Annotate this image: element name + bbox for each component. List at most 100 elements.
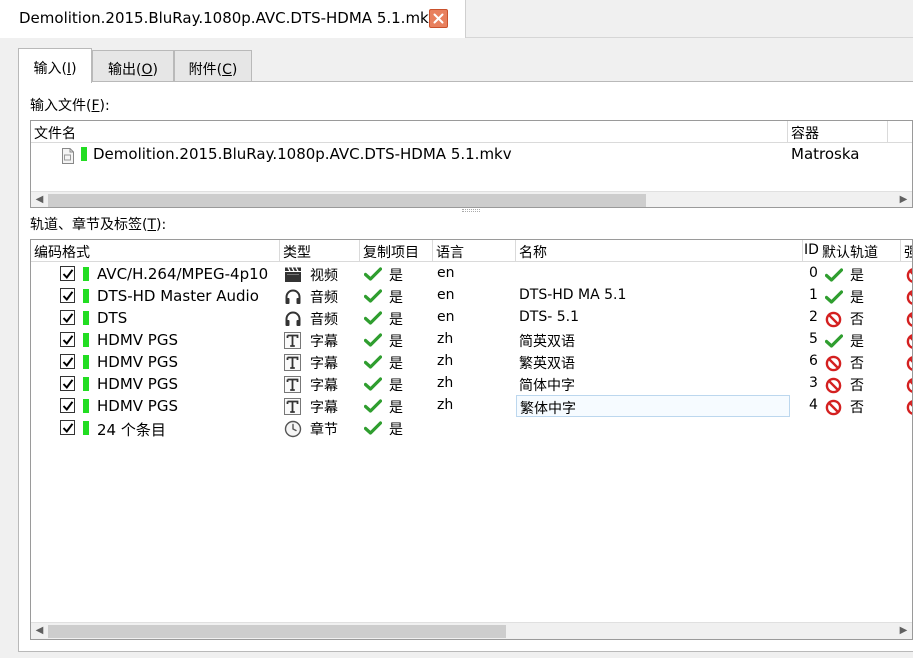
- column-header-container[interactable]: 容器: [788, 121, 888, 143]
- column-header-forced[interactable]: 强: [901, 240, 912, 262]
- track-id: 5: [809, 331, 818, 347]
- tab-attachments[interactable]: 附件(C): [174, 50, 252, 82]
- track-checkbox[interactable]: [60, 354, 75, 369]
- track-id: 6: [809, 353, 818, 369]
- track-row[interactable]: HDMV PGS 字幕 是 zh 简体中字 3 否: [31, 373, 912, 396]
- track-language: zh: [437, 331, 454, 347]
- scrollbar-thumb[interactable]: [48, 625, 506, 638]
- track-id: 3: [809, 375, 818, 391]
- track-name[interactable]: 繁英双语: [516, 351, 790, 373]
- track-copy: 是: [389, 312, 403, 328]
- track-language: en: [437, 287, 455, 303]
- track-row[interactable]: HDMV PGS 字幕 是 zh 繁英双语 6 否: [31, 351, 912, 375]
- track-checkbox[interactable]: [60, 376, 75, 391]
- track-checkbox[interactable]: [60, 420, 75, 435]
- horizontal-scrollbar-tracks[interactable]: ◀ ▶: [31, 622, 912, 639]
- track-type: 字幕: [310, 356, 338, 372]
- track-checkbox[interactable]: [60, 288, 75, 303]
- tab-input[interactable]: 输入(I): [18, 48, 92, 83]
- checkmark-icon: [62, 379, 74, 390]
- track-checkbox[interactable]: [60, 398, 75, 413]
- track-codec: 24 个条目: [97, 421, 166, 439]
- column-header-extra[interactable]: [888, 121, 912, 143]
- track-copy: 是: [389, 290, 403, 306]
- checkmark-icon: [62, 269, 74, 280]
- scroll-right-icon[interactable]: ▶: [895, 623, 912, 639]
- check-icon: [363, 309, 383, 331]
- scroll-left-icon[interactable]: ◀: [31, 623, 48, 639]
- status-indicator: [83, 311, 89, 325]
- track-name[interactable]: DTS- 5.1: [516, 307, 790, 329]
- track-row[interactable]: 24 个条目 章节 是: [31, 417, 912, 441]
- tracks-list[interactable]: 编码格式 类型 复制项目 语言 名称 ID 默认轨道 强 AVC/H.264/M…: [30, 239, 913, 640]
- track-type: 字幕: [310, 378, 338, 394]
- input-files-header: 文件名 容器: [31, 121, 912, 143]
- tab-output[interactable]: 输出(O): [92, 50, 174, 82]
- prohibited-icon: [906, 287, 912, 309]
- track-row[interactable]: DTS-HD Master Audio 音频 是 en DTS-HD MA 5.1 1 是: [31, 285, 912, 309]
- track-type: 章节: [310, 422, 338, 438]
- checkmark-icon: [62, 401, 74, 412]
- checkmark-icon: [62, 291, 74, 302]
- track-name[interactable]: 简体中字: [516, 373, 790, 395]
- status-indicator: [83, 333, 89, 347]
- checkmark-icon: [62, 357, 74, 368]
- track-row[interactable]: HDMV PGS 字幕 是 zh 繁体中字 4 否: [31, 395, 912, 418]
- track-copy: 是: [389, 378, 403, 394]
- status-indicator: [83, 267, 89, 281]
- track-language: en: [437, 309, 455, 325]
- column-header-filename[interactable]: 文件名: [31, 121, 788, 143]
- track-type: 音频: [310, 312, 338, 328]
- horizontal-scrollbar[interactable]: ◀ ▶: [31, 191, 912, 207]
- status-indicator: [81, 147, 87, 161]
- close-tab-button[interactable]: [429, 9, 448, 28]
- prohibited-icon: [906, 331, 912, 353]
- column-header-type[interactable]: 类型: [280, 240, 360, 262]
- scrollbar-thumb[interactable]: [48, 194, 646, 207]
- tracks-header: 编码格式 类型 复制项目 语言 名称 ID 默认轨道 强: [31, 240, 912, 262]
- track-default: 否: [850, 400, 864, 416]
- document-tab-title: Demolition.2015.BluRay.1080p.AVC.DTS-HDM…: [19, 9, 438, 27]
- track-codec: HDMV PGS: [97, 375, 178, 393]
- track-name[interactable]: 简英双语: [516, 329, 790, 351]
- checkmark-icon: [62, 335, 74, 346]
- track-row[interactable]: AVC/H.264/MPEG-4p10 视频 是 en 0 是: [31, 263, 912, 285]
- column-header-copy[interactable]: 复制项目: [360, 240, 433, 262]
- check-icon: [363, 419, 383, 441]
- check-icon: [363, 331, 383, 353]
- column-header-language[interactable]: 语言: [433, 240, 516, 262]
- track-default: 否: [850, 356, 864, 372]
- track-language: zh: [437, 375, 454, 391]
- column-header-default[interactable]: 默认轨道: [821, 240, 901, 262]
- document-tab[interactable]: Demolition.2015.BluRay.1080p.AVC.DTS-HDM…: [0, 0, 466, 38]
- file-row[interactable]: Demolition.2015.BluRay.1080p.AVC.DTS-HDM…: [31, 143, 912, 165]
- status-indicator: [83, 421, 89, 435]
- splitter-grip[interactable]: [462, 209, 480, 212]
- column-header-name[interactable]: 名称: [516, 240, 803, 262]
- track-name[interactable]: DTS-HD MA 5.1: [516, 285, 790, 307]
- scroll-right-icon[interactable]: ▶: [895, 192, 912, 207]
- headphones-icon: [284, 286, 302, 308]
- track-checkbox[interactable]: [60, 310, 75, 325]
- track-name[interactable]: [516, 263, 790, 285]
- scroll-left-icon[interactable]: ◀: [31, 192, 48, 207]
- track-language: zh: [437, 353, 454, 369]
- prohibited-icon: [825, 353, 842, 375]
- check-icon: [363, 287, 383, 309]
- track-row[interactable]: DTS 音频 是 en DTS- 5.1 2 否: [31, 307, 912, 331]
- track-codec: HDMV PGS: [97, 353, 178, 371]
- tracks-label: 轨道、章节及标签(T):: [30, 217, 167, 233]
- track-checkbox[interactable]: [60, 332, 75, 347]
- input-files-label: 输入文件(F):: [30, 98, 110, 114]
- track-row[interactable]: HDMV PGS 字幕 是 zh 简英双语 5 是: [31, 329, 912, 353]
- text-icon: [284, 396, 301, 418]
- column-header-id[interactable]: ID: [803, 240, 821, 262]
- track-checkbox[interactable]: [60, 266, 75, 281]
- track-name[interactable]: 繁体中字: [516, 395, 790, 417]
- column-header-codec[interactable]: 编码格式: [31, 240, 280, 262]
- track-default: 是: [850, 268, 864, 284]
- text-icon: [284, 374, 301, 396]
- track-copy: 是: [389, 422, 403, 438]
- input-files-list[interactable]: 文件名 容器 Demolition.2015.BluRay.1080p.AVC.…: [30, 120, 913, 208]
- track-name[interactable]: [516, 417, 790, 439]
